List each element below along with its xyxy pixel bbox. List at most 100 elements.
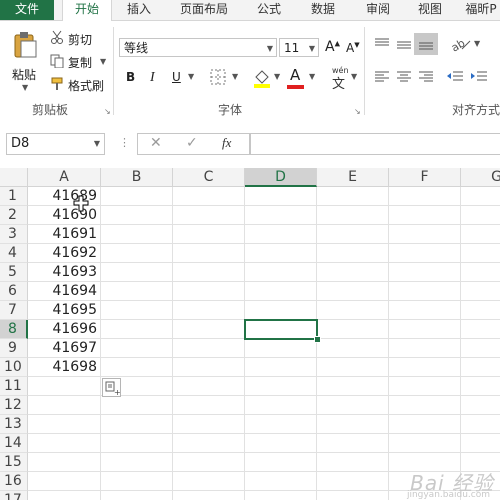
align-bottom-button[interactable] bbox=[414, 33, 438, 55]
row-header[interactable]: 3 bbox=[0, 225, 28, 244]
column-header-g[interactable]: G bbox=[461, 168, 500, 187]
row-header[interactable]: 9 bbox=[0, 339, 28, 358]
column-header-e[interactable]: E bbox=[317, 168, 389, 187]
tab-foxit[interactable]: 福昕P bbox=[460, 0, 500, 20]
align-middle-icon[interactable] bbox=[396, 37, 412, 51]
group-divider bbox=[113, 27, 114, 115]
clipboard-launcher-icon[interactable]: ↘ bbox=[104, 107, 111, 116]
italic-button[interactable]: I bbox=[150, 70, 155, 86]
row-header[interactable]: 15 bbox=[0, 453, 28, 472]
ribbon-tab-bar: 文件 开始 插入 页面布局 公式 数据 审阅 视图 福昕P bbox=[0, 0, 500, 21]
column-header-d[interactable]: D bbox=[245, 168, 317, 187]
font-size-select[interactable]: 11 ▼ bbox=[279, 38, 319, 57]
align-top-icon[interactable] bbox=[374, 37, 390, 51]
cell-a7[interactable]: 41695 bbox=[28, 301, 100, 320]
font-color-button[interactable]: A bbox=[290, 66, 300, 84]
shrink-font-icon: A bbox=[346, 41, 355, 55]
select-all-corner[interactable] bbox=[0, 168, 28, 187]
fill-color-dropdown-icon[interactable]: ▼ bbox=[274, 72, 280, 81]
fill-handle[interactable] bbox=[314, 336, 321, 343]
formula-input[interactable] bbox=[250, 133, 500, 155]
font-size-value: 11 bbox=[284, 41, 300, 55]
cell-a2[interactable]: 41690 bbox=[28, 206, 100, 225]
cell-a6[interactable]: 41694 bbox=[28, 282, 100, 301]
name-box[interactable]: D8 ▼ bbox=[6, 133, 105, 155]
increase-indent-icon[interactable] bbox=[470, 70, 488, 84]
phonetic-dropdown-icon[interactable]: ▼ bbox=[351, 72, 357, 81]
row-header[interactable]: 4 bbox=[0, 244, 28, 263]
font-color-dropdown-icon[interactable]: ▼ bbox=[309, 72, 315, 81]
worksheet-grid: A B C D E F G 1 2 3 4 5 6 7 8 9 10 11 12… bbox=[0, 168, 500, 500]
row-header[interactable]: 13 bbox=[0, 415, 28, 434]
cell-a10[interactable]: 41698 bbox=[28, 358, 100, 377]
tab-view[interactable]: 视图 bbox=[410, 0, 450, 20]
shrink-font-button[interactable]: A▼ bbox=[346, 41, 360, 55]
row-header[interactable]: 11 bbox=[0, 377, 28, 396]
row-header[interactable]: 7 bbox=[0, 301, 28, 320]
tab-page-layout[interactable]: 页面布局 bbox=[174, 0, 234, 20]
paste-button[interactable]: 粘贴 bbox=[12, 66, 36, 83]
column-header-b[interactable]: B bbox=[101, 168, 173, 187]
tab-file[interactable]: 文件 bbox=[0, 0, 54, 20]
align-right-icon[interactable] bbox=[418, 70, 434, 84]
cell-a8[interactable]: 41696 bbox=[28, 320, 100, 339]
cell-a5[interactable]: 41693 bbox=[28, 263, 100, 282]
orientation-icon[interactable]: ab bbox=[450, 35, 472, 53]
font-color-swatch bbox=[287, 85, 304, 89]
row-header[interactable]: 10 bbox=[0, 358, 28, 377]
tab-formulas[interactable]: 公式 bbox=[248, 0, 290, 20]
decrease-indent-icon[interactable] bbox=[446, 70, 464, 84]
cell-a4[interactable]: 41692 bbox=[28, 244, 100, 263]
column-header-a[interactable]: A bbox=[28, 168, 101, 187]
tab-insert[interactable]: 插入 bbox=[118, 0, 160, 20]
border-dropdown-icon[interactable]: ▼ bbox=[232, 72, 238, 81]
scissors-icon bbox=[51, 30, 63, 44]
cell-a1[interactable]: 41689 bbox=[28, 187, 100, 206]
selected-cell-d8[interactable] bbox=[244, 319, 318, 340]
group-divider bbox=[364, 27, 365, 115]
row-header-selected[interactable]: 8 bbox=[0, 320, 28, 339]
fill-color-icon[interactable] bbox=[252, 67, 272, 89]
tab-data[interactable]: 数据 bbox=[303, 0, 343, 20]
paste-icon[interactable] bbox=[12, 31, 38, 59]
copy-dropdown-icon[interactable]: ▼ bbox=[100, 57, 106, 66]
orientation-dropdown-icon[interactable]: ▼ bbox=[474, 39, 480, 48]
column-header-f[interactable]: F bbox=[389, 168, 461, 187]
cell-a9[interactable]: 41697 bbox=[28, 339, 100, 358]
row-header[interactable]: 5 bbox=[0, 263, 28, 282]
cut-button[interactable]: 剪切 bbox=[68, 31, 92, 48]
row-header[interactable]: 6 bbox=[0, 282, 28, 301]
row-header[interactable]: 17 bbox=[0, 491, 28, 500]
format-painter-button[interactable]: 格式刷 bbox=[68, 77, 104, 94]
cell-a3[interactable]: 41691 bbox=[28, 225, 100, 244]
font-name-select[interactable]: 等线 ▼ bbox=[119, 38, 277, 57]
column-header-c[interactable]: C bbox=[173, 168, 245, 187]
align-center-icon[interactable] bbox=[396, 70, 412, 84]
row-header[interactable]: 1 bbox=[0, 187, 28, 206]
row-header[interactable]: 2 bbox=[0, 206, 28, 225]
gridline bbox=[316, 187, 317, 500]
gridline bbox=[100, 187, 101, 500]
row-header[interactable]: 12 bbox=[0, 396, 28, 415]
chevron-down-icon: ▼ bbox=[93, 139, 100, 148]
paste-dropdown-icon[interactable]: ▼ bbox=[22, 83, 28, 92]
row-header[interactable]: 14 bbox=[0, 434, 28, 453]
clipboard-group-label: 剪贴板 bbox=[32, 103, 69, 117]
formula-buttons: ✕ ✓ fx bbox=[137, 133, 250, 155]
enter-button[interactable]: ✓ bbox=[186, 135, 198, 151]
tab-home[interactable]: 开始 bbox=[62, 0, 112, 21]
font-launcher-icon[interactable]: ↘ bbox=[354, 107, 361, 116]
bold-button[interactable]: B bbox=[126, 70, 135, 84]
row-header[interactable]: 16 bbox=[0, 472, 28, 491]
border-icon[interactable] bbox=[210, 69, 226, 85]
cancel-button[interactable]: ✕ bbox=[150, 135, 162, 151]
paste-options-button[interactable]: + bbox=[102, 378, 121, 397]
align-left-icon[interactable] bbox=[374, 70, 390, 84]
underline-button[interactable]: U bbox=[172, 70, 181, 84]
grow-font-button[interactable]: A▲ bbox=[325, 39, 340, 55]
copy-button[interactable]: 复制 bbox=[68, 54, 92, 71]
phonetic-button[interactable]: wén 文 bbox=[332, 66, 349, 92]
tab-review[interactable]: 审阅 bbox=[358, 0, 398, 20]
insert-function-button[interactable]: fx bbox=[222, 135, 231, 151]
underline-dropdown-icon[interactable]: ▼ bbox=[188, 72, 194, 81]
